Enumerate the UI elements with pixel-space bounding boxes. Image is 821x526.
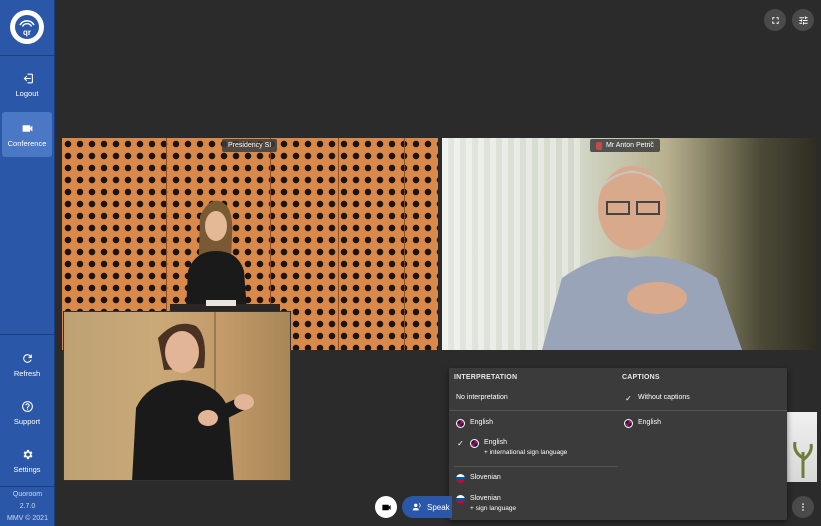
sidebar-item-refresh[interactable]: Refresh	[2, 342, 52, 387]
help-icon	[21, 400, 33, 412]
option-sublabel: + sign language	[470, 505, 517, 512]
check-icon: ✓	[625, 394, 632, 403]
layout-settings-button[interactable]	[792, 9, 814, 31]
sidebar-item-logout[interactable]: Logout	[2, 62, 52, 107]
option-sublabel: + international sign language	[484, 449, 568, 456]
app-copyright: MMV © 2021	[7, 515, 48, 522]
sidebar-divider	[0, 55, 55, 56]
participant-figure	[542, 166, 742, 350]
plant-figure	[793, 441, 813, 478]
option-no-interpretation[interactable]: No interpretation	[456, 394, 508, 401]
language-panel: INTERPRETATION CAPTIONS No interpretatio…	[449, 368, 787, 520]
interpretation-heading: INTERPRETATION	[454, 374, 518, 381]
refresh-icon	[22, 353, 32, 363]
quoroom-logo-icon[interactable]: qr	[10, 10, 44, 44]
slovenia-flag-icon	[456, 474, 465, 483]
sidebar-item-support[interactable]: Support	[2, 390, 52, 435]
sidebar-item-conference[interactable]: Conference	[2, 112, 52, 157]
check-icon: ✓	[457, 439, 464, 448]
uk-flag-icon	[456, 419, 465, 428]
sidebar-divider	[0, 486, 55, 487]
gear-icon	[23, 449, 32, 459]
option-label: No interpretation	[456, 394, 508, 401]
app-root: qr Logout Conference Refresh Support Set…	[0, 0, 821, 526]
captions-heading: CAPTIONS	[622, 374, 660, 381]
option-slovenian-sign[interactable]: Slovenian + sign language	[456, 495, 516, 512]
camera-icon	[22, 124, 32, 132]
video-tile-partial[interactable]	[787, 412, 817, 482]
video-tile-anton[interactable]	[442, 138, 817, 350]
uk-flag-icon	[624, 419, 633, 428]
option-label: Slovenian	[470, 474, 501, 481]
camera-toggle-button[interactable]	[375, 496, 397, 518]
speak-button[interactable]: Speak	[402, 496, 452, 518]
sidebar-item-settings[interactable]: Settings	[2, 438, 52, 483]
tile-label-text: Presidency SI	[228, 142, 272, 149]
svg-text:qr: qr	[23, 28, 31, 37]
sidebar-item-label: Conference	[7, 138, 47, 148]
app-version: 2.7.0	[19, 503, 36, 510]
speak-label: Speak	[427, 502, 450, 512]
uk-flag-icon	[470, 439, 479, 448]
option-label: Slovenian	[470, 495, 501, 502]
option-captions-english[interactable]: English	[624, 419, 661, 428]
app-name: Quoroom	[12, 491, 43, 498]
tile-label-text: Mr Anton Petrič	[606, 142, 654, 149]
option-without-captions[interactable]: ✓ Without captions	[624, 394, 690, 403]
sidebar-item-label: Logout	[15, 88, 39, 98]
speak-person-icon	[412, 503, 421, 511]
option-label: English	[638, 419, 661, 426]
more-options-button[interactable]	[792, 496, 814, 518]
fullscreen-icon	[771, 16, 779, 24]
option-english[interactable]: English	[456, 419, 493, 428]
video-tile-sign-interpreter[interactable]	[63, 311, 291, 481]
sidebar-item-label: Support	[13, 416, 41, 426]
option-english-sign[interactable]: ✓ English + international sign language	[456, 439, 567, 456]
sliders-icon	[798, 15, 808, 25]
fullscreen-button[interactable]	[764, 9, 786, 31]
more-vertical-icon	[802, 503, 804, 511]
sidebar-item-label: Settings	[13, 464, 41, 474]
sidebar-item-label: Refresh	[13, 368, 41, 378]
slovenia-flag-icon	[456, 495, 465, 504]
option-label: English	[470, 419, 493, 426]
camera-icon	[381, 504, 391, 510]
mic-muted-icon	[596, 141, 602, 150]
option-label: Without captions	[638, 394, 690, 401]
sidebar-divider	[0, 334, 55, 335]
wood-slat	[404, 138, 405, 350]
panel-divider	[449, 410, 787, 411]
logout-icon	[23, 73, 33, 83]
sidebar: qr Logout Conference Refresh Support Set…	[0, 0, 55, 526]
option-label: English	[484, 439, 507, 446]
tile-label-anton: Mr Anton Petrič	[590, 139, 660, 152]
tile-label-presidency: Presidency SI	[222, 139, 278, 152]
interpreter-figure	[132, 323, 254, 480]
option-slovenian[interactable]: Slovenian	[456, 474, 501, 483]
wood-slat	[338, 138, 339, 350]
panel-divider	[454, 466, 618, 467]
